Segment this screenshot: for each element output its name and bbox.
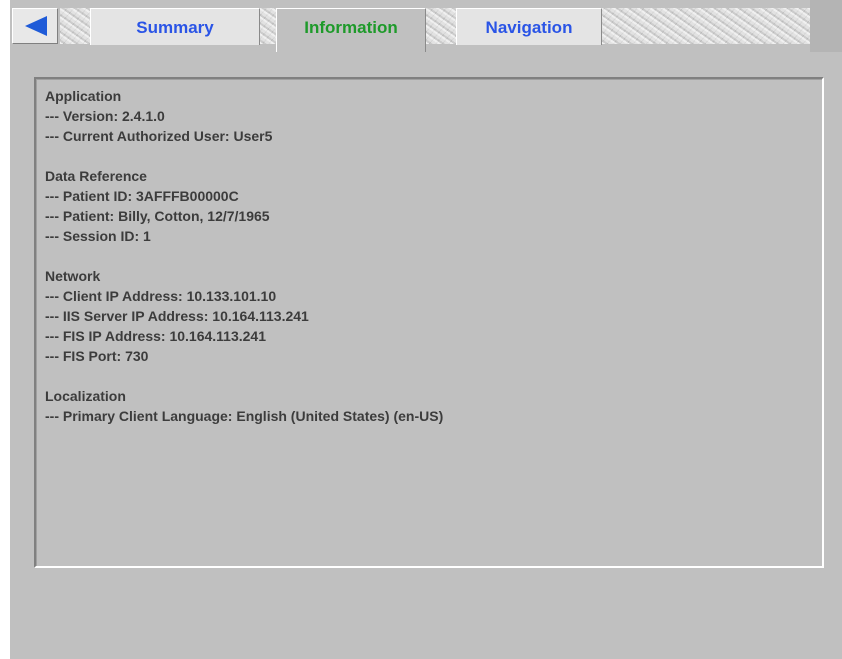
client-ip-text: --- Client IP Address: 10.133.101.10: [45, 288, 277, 304]
fis-port-text: --- FIS Port: 730: [45, 348, 149, 364]
network-section: Network --- Client IP Address: 10.133.10…: [45, 266, 309, 366]
tab-bar-edge: [810, 0, 842, 52]
section-title: Data Reference: [45, 168, 147, 184]
tab-spacer-texture: [426, 8, 456, 44]
tab-summary[interactable]: Summary: [90, 8, 260, 45]
data-reference-section: Data Reference --- Patient ID: 3AFFFB000…: [45, 166, 270, 246]
section-title: Network: [45, 268, 101, 284]
tab-bar: Summary Information Navigation: [10, 0, 842, 52]
iis-server-ip-text: --- IIS Server IP Address: 10.164.113.24…: [45, 308, 309, 324]
authorized-user-text: --- Current Authorized User: User5: [45, 128, 273, 144]
section-title: Localization: [45, 388, 126, 404]
localization-section: Localization --- Primary Client Language…: [45, 386, 443, 426]
back-arrow-icon: [25, 16, 47, 36]
application-section: Application --- Version: 2.4.1.0 --- Cur…: [45, 86, 272, 146]
patient-id-text: --- Patient ID: 3AFFFB00000C: [45, 188, 239, 204]
session-id-text: --- Session ID: 1: [45, 228, 151, 244]
tab-spacer-texture: [60, 8, 90, 44]
version-text: --- Version: 2.4.1.0: [45, 108, 165, 124]
back-button[interactable]: [12, 8, 58, 44]
information-panel: Application --- Version: 2.4.1.0 --- Cur…: [34, 77, 824, 568]
section-title: Application: [45, 88, 122, 104]
client-language-text: --- Primary Client Language: English (Un…: [45, 408, 444, 424]
tab-navigation[interactable]: Navigation: [456, 8, 602, 45]
fis-ip-text: --- FIS IP Address: 10.164.113.241: [45, 328, 267, 344]
tab-spacer-texture: [260, 8, 276, 44]
application-window: Summary Information Navigation Applicati…: [10, 0, 842, 659]
patient-text: --- Patient: Billy, Cotton, 12/7/1965: [45, 208, 270, 224]
tab-information[interactable]: Information: [276, 8, 426, 52]
tab-spacer-texture: [602, 8, 810, 44]
information-panel-inner: Application --- Version: 2.4.1.0 --- Cur…: [36, 79, 822, 566]
